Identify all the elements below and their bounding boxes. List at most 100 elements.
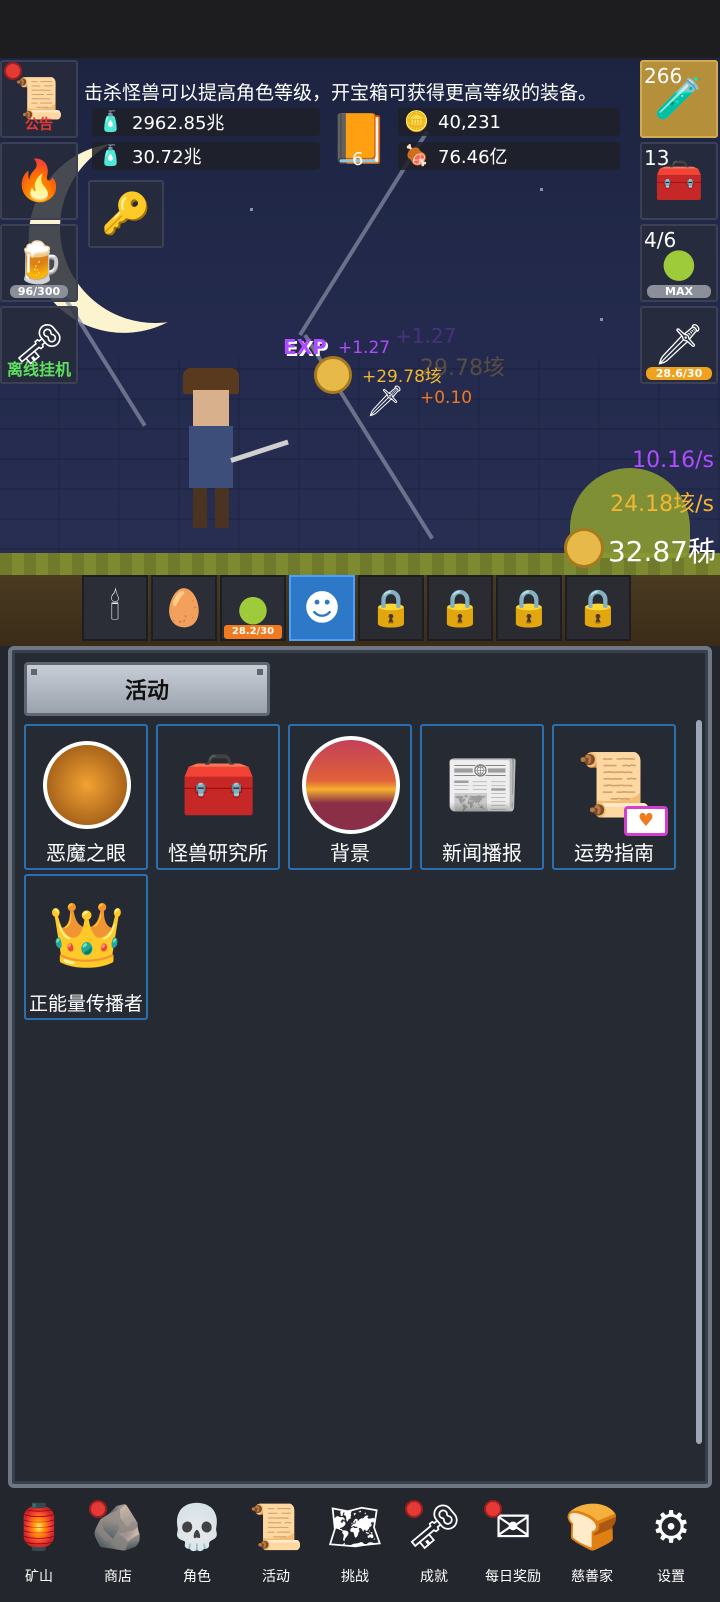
damage-gain-text: +0.10 bbox=[420, 388, 473, 408]
torch-button[interactable]: 🔥 bbox=[0, 142, 78, 220]
heart-chat-icon: ♥ bbox=[624, 806, 668, 836]
zombie-head-icon: ☻ bbox=[303, 587, 341, 629]
max-badge: MAX bbox=[647, 285, 711, 298]
potion-button[interactable]: 🧪 266 bbox=[640, 60, 718, 138]
green-potion-icon: 🧴 bbox=[98, 143, 123, 167]
blue-potion-amount: 2962.85兆 bbox=[132, 113, 225, 134]
nav-character[interactable]: 💀 角色 bbox=[158, 1496, 236, 1596]
star bbox=[600, 318, 603, 321]
pet-bar: 🕯 🥚 ● 28.2/30 ☻ 🔒 🔒 🔒 🔒 bbox=[82, 575, 631, 641]
notice-board-button[interactable]: 📜 公告 bbox=[0, 60, 78, 138]
bread-icon: 🍞 bbox=[564, 1502, 620, 1553]
research-crate-icon: 🧰 bbox=[180, 748, 258, 821]
notification-dot bbox=[89, 1500, 107, 1518]
notice-text: 击杀怪兽可以提高角色等级，开宝箱可获得更高等级的装备。 bbox=[84, 82, 598, 104]
slime-progress: 28.2/30 bbox=[224, 625, 282, 639]
exp-rate: 10.16/s bbox=[632, 448, 714, 473]
exp-gain-fading: +1.27 bbox=[395, 324, 457, 348]
card-label: 恶魔之眼 bbox=[46, 841, 126, 865]
sunset-icon bbox=[302, 736, 400, 834]
scroll-icon: 📜 bbox=[14, 76, 64, 122]
lock-icon: 🔒 bbox=[437, 588, 483, 629]
card-label: 正能量传播者 bbox=[28, 993, 143, 1015]
pet-slot-locked[interactable]: 🔒 bbox=[358, 575, 424, 641]
beer-mug-icon: 🍺 bbox=[14, 240, 64, 286]
notice-board-label: 公告 bbox=[25, 117, 53, 133]
silver-coin-amount: 40,231 bbox=[438, 111, 501, 133]
map-icon: 🗺 bbox=[327, 1502, 383, 1553]
candle-icon: 🕯 bbox=[109, 587, 121, 628]
spellbook-button[interactable]: 📙 6 bbox=[328, 108, 390, 170]
nav-label: 设置 bbox=[657, 1569, 685, 1585]
card-label: 背景 bbox=[330, 841, 370, 865]
card-label: 怪兽研究所 bbox=[168, 841, 268, 865]
exp-tag: EXP bbox=[283, 335, 327, 359]
meat-icon: 🍖 bbox=[404, 143, 429, 167]
card-news[interactable]: 📰 新闻播报 bbox=[420, 724, 544, 870]
newspaper-icon: 📰 bbox=[444, 748, 522, 821]
pet-slot-locked[interactable]: 🔒 bbox=[496, 575, 562, 641]
crown-icon: 👑 bbox=[48, 898, 126, 971]
nav-activity[interactable]: 📜 活动 bbox=[237, 1496, 315, 1596]
pet-slot-egg[interactable]: 🥚 bbox=[151, 575, 217, 641]
nav-settings[interactable]: ⚙ 设置 bbox=[632, 1496, 710, 1596]
pirate-hero bbox=[175, 368, 289, 538]
egg-icon: 🥚 bbox=[161, 588, 207, 629]
pet-slot-locked[interactable]: 🔒 bbox=[427, 575, 493, 641]
offline-idle-label: 离线挂机 bbox=[6, 360, 71, 379]
lock-icon: 🔒 bbox=[368, 588, 414, 629]
nav-mine[interactable]: 🏮 矿山 bbox=[0, 1496, 78, 1596]
card-label: 运势指南 bbox=[574, 841, 654, 865]
skull-icon: 💀 bbox=[169, 1502, 225, 1553]
nav-challenge[interactable]: 🗺 挑战 bbox=[316, 1496, 394, 1596]
card-monster-lab[interactable]: 🧰 怪兽研究所 bbox=[156, 724, 280, 870]
sword-button[interactable]: 🗡 28.6/30 bbox=[640, 306, 718, 384]
card-background[interactable]: 背景 bbox=[288, 724, 412, 870]
green-potion-amount: 30.72兆 bbox=[132, 147, 202, 168]
slime-icon: ● bbox=[237, 587, 269, 629]
scrollbar[interactable] bbox=[696, 720, 702, 1444]
offline-idle-button[interactable]: 🗝 离线挂机 bbox=[0, 306, 78, 384]
lock-icon: 🔒 bbox=[575, 588, 621, 629]
lantern-icon: 🏮 bbox=[11, 1502, 67, 1553]
pet-slot-candle[interactable]: 🕯 bbox=[82, 575, 148, 641]
nav-daily-reward[interactable]: ✉ 每日奖励 bbox=[474, 1496, 552, 1596]
chest-button[interactable]: 🧰 13 bbox=[640, 142, 718, 220]
nav-label: 矿山 bbox=[25, 1569, 53, 1585]
panel-title: 活动 bbox=[24, 662, 270, 716]
beer-progress: 96/300 bbox=[9, 285, 69, 298]
slime-capture-button[interactable]: ● 4/6 MAX bbox=[640, 224, 718, 302]
pet-slot-locked[interactable]: 🔒 bbox=[565, 575, 631, 641]
card-positive-energy[interactable]: 👑 正能量传播者 bbox=[24, 874, 148, 1020]
gear-icon: ⚙ bbox=[651, 1502, 691, 1553]
sword-icon: 🗡 bbox=[653, 322, 705, 368]
sword-progress: 28.6/30 bbox=[645, 367, 713, 380]
nav-label: 商店 bbox=[104, 1569, 132, 1585]
sword-drop-icon: 🗡 bbox=[366, 384, 405, 419]
star bbox=[540, 188, 543, 191]
nav-label: 挑战 bbox=[341, 1569, 369, 1585]
beer-button[interactable]: 🍺 96/300 bbox=[0, 224, 78, 302]
nav-label: 每日奖励 bbox=[485, 1569, 541, 1585]
nav-achievement[interactable]: 🗝 成就 bbox=[395, 1496, 473, 1596]
potion-count: 266 bbox=[644, 64, 683, 88]
nav-philanthropist[interactable]: 🍞 慈善家 bbox=[553, 1496, 631, 1596]
gold-total: 32.87秭 bbox=[607, 535, 716, 568]
blue-potion-icon: 🧴 bbox=[98, 109, 123, 133]
meat-amount: 76.46亿 bbox=[438, 147, 508, 168]
pet-slot-slime[interactable]: ● 28.2/30 bbox=[220, 575, 286, 641]
card-demon-eye[interactable]: 恶魔之眼 bbox=[24, 724, 148, 870]
golden-key-chest-button[interactable]: 🔑 bbox=[88, 180, 164, 248]
bottom-nav: 🏮 矿山 🪨 商店 💀 角色 📜 活动 🗺 挑战 🗝 成就 ✉ 每日奖励 🍞 慈… bbox=[0, 1488, 720, 1602]
slime-count: 4/6 bbox=[644, 228, 677, 252]
silver-coin-resource: 🪙 40,231 bbox=[398, 108, 620, 136]
card-fortune-guide[interactable]: 📜 ♥ 运势指南 bbox=[552, 724, 676, 870]
gold-rate: 24.18垓/s bbox=[610, 492, 714, 517]
nav-label: 活动 bbox=[262, 1569, 290, 1585]
blue-potion-resource: 🧴 2962.85兆 bbox=[92, 108, 320, 136]
notification-dot bbox=[4, 62, 22, 80]
pet-slot-zombie[interactable]: ☻ bbox=[289, 575, 355, 641]
nav-shop[interactable]: 🪨 商店 bbox=[79, 1496, 157, 1596]
demon-eye-icon bbox=[38, 736, 136, 834]
status-bar bbox=[0, 0, 720, 58]
